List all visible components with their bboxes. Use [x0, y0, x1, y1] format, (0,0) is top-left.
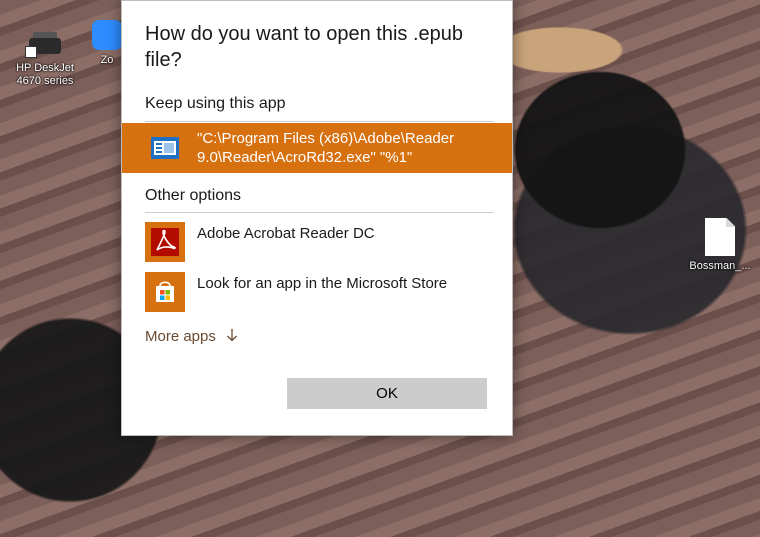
desktop-icon-label: HP DeskJet 4670 series — [16, 62, 74, 87]
option-label: Look for an app in the Microsoft Store — [197, 275, 448, 292]
file-icon — [705, 218, 735, 256]
ok-button[interactable]: OK — [287, 378, 487, 409]
reader-app-icon — [145, 128, 185, 168]
option-acrobat-reader[interactable]: Adobe Acrobat Reader DC — [122, 217, 512, 267]
keep-using-heading: Keep using this app — [145, 95, 286, 112]
arrow-down-icon — [226, 328, 238, 346]
store-icon — [145, 272, 185, 312]
dialog-title: How do you want to open this .epub file? — [145, 23, 463, 71]
desktop-icon-printer[interactable]: HP DeskJet 4670 series — [10, 28, 80, 88]
current-app-label: "C:\Program Files (x86)\Adobe\Reader 9.0… — [197, 130, 455, 166]
divider — [145, 121, 494, 122]
desktop-icon-label: Zo — [100, 54, 114, 66]
desktop-icon-zoom[interactable]: Zo — [90, 20, 124, 67]
desktop-icon-file[interactable]: Bossman_... — [685, 218, 755, 273]
more-apps-link[interactable]: More apps — [145, 328, 238, 346]
option-label: Adobe Acrobat Reader DC — [197, 225, 375, 242]
open-with-dialog: How do you want to open this .epub file?… — [121, 0, 513, 436]
printer-icon — [25, 28, 65, 58]
current-app-option[interactable]: "C:\Program Files (x86)\Adobe\Reader 9.0… — [122, 123, 512, 173]
acrobat-icon — [145, 222, 185, 262]
more-apps-label: More apps — [145, 328, 216, 345]
zoom-icon — [92, 20, 122, 50]
desktop-icon-label: Bossman_... — [689, 260, 751, 272]
divider — [145, 212, 494, 213]
other-options-heading: Other options — [145, 187, 242, 204]
option-microsoft-store[interactable]: Look for an app in the Microsoft Store — [122, 267, 512, 317]
